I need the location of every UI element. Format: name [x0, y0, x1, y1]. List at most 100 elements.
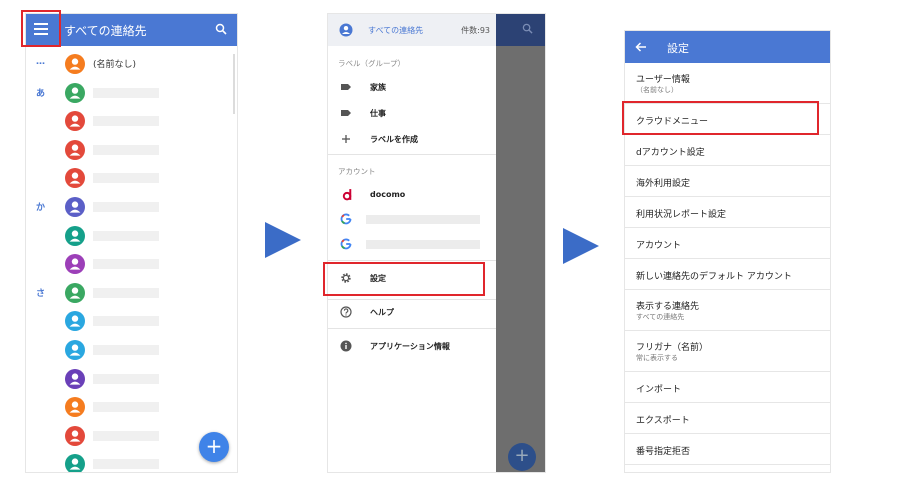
dimmed-add-button: +: [508, 443, 536, 471]
settings-item[interactable]: 新しい連絡先のデフォルト アカウント: [625, 259, 830, 290]
arrow-right-icon: [265, 222, 301, 258]
contact-avatar-icon: [65, 454, 85, 472]
contacts-screen: すべての連絡先 … (名前なし) あかさ +: [26, 14, 237, 472]
divider: [328, 154, 496, 155]
drawer-item-docomo[interactable]: docomo: [328, 183, 496, 207]
drawer-item-label: 家族: [370, 83, 386, 92]
section-index-letter: か: [36, 203, 46, 213]
settings-item[interactable]: ユーザー情報 （名前なし）: [625, 63, 830, 104]
settings-item[interactable]: 海外利用設定: [625, 166, 830, 197]
search-icon[interactable]: [215, 23, 227, 35]
accounts-section-header: アカウント: [338, 167, 376, 176]
contact-row[interactable]: [26, 249, 237, 277]
settings-item[interactable]: 番号指定拒否: [625, 434, 830, 465]
drawer-item-label: ヘルプ: [370, 308, 394, 317]
contact-row[interactable]: [26, 392, 237, 420]
drawer-item-help[interactable]: ヘルプ: [328, 300, 496, 324]
label-icon: [341, 110, 351, 116]
contact-row[interactable]: [26, 106, 237, 134]
contact-avatar-icon: [65, 139, 85, 160]
settings-item[interactable]: dアカウント設定: [625, 135, 830, 166]
section-index-letter: あ: [36, 88, 46, 99]
google-logo-icon: [340, 238, 352, 250]
settings-item-summary: 常に表示する: [636, 354, 678, 362]
settings-item[interactable]: エクスポート: [625, 403, 830, 434]
contact-row[interactable]: さ: [26, 278, 237, 306]
settings-item-label: ユーザー情報: [636, 75, 690, 85]
scrollbar[interactable]: [233, 54, 235, 114]
settings-item-label: アカウント: [636, 241, 682, 251]
drawer-screen: + すべての連絡先 件数:93 ラベル（グループ） 家族 仕事 ラベルを作成 ア…: [328, 14, 545, 472]
contact-row[interactable]: [26, 306, 237, 334]
drawer-item-google-account[interactable]: [328, 232, 496, 256]
contact-name-placeholder: [93, 287, 159, 298]
contact-avatar-icon: [65, 197, 85, 217]
settings-item-summary: （名前なし）: [636, 86, 678, 94]
contact-name-placeholder: [93, 430, 159, 441]
settings-item[interactable]: フリガナ（名前） 常に表示する: [625, 331, 830, 372]
account-name-placeholder: [366, 240, 480, 249]
settings-item[interactable]: アカウント: [625, 228, 830, 259]
drawer-item-google-account[interactable]: [328, 207, 496, 231]
contact-avatar-icon: [65, 225, 85, 246]
highlight-menu-button: [21, 10, 61, 47]
back-arrow-icon[interactable]: [635, 41, 647, 53]
drawer-item-family[interactable]: 家族: [328, 75, 496, 99]
contact-avatar-icon: [65, 368, 85, 389]
arrow-right-icon: [563, 228, 599, 264]
drawer-item-label: docomo: [370, 190, 406, 199]
contact-row[interactable]: [26, 221, 237, 249]
contact-row[interactable]: [26, 335, 237, 363]
contact-name-placeholder: [93, 459, 159, 470]
settings-item-label: インポート: [636, 385, 682, 395]
contact-name-placeholder: [93, 402, 159, 413]
settings-item-label: 番号指定拒否: [636, 447, 691, 457]
settings-item-label: 海外利用設定: [636, 179, 691, 189]
info-icon: [340, 340, 352, 352]
navigation-drawer: すべての連絡先 件数:93 ラベル（グループ） 家族 仕事 ラベルを作成 アカウ…: [328, 14, 496, 472]
highlight-cloud-menu: [622, 101, 819, 135]
settings-item-label: フリガナ（名前）: [636, 343, 709, 353]
settings-item-label: 利用状況レポート設定: [636, 210, 727, 220]
help-icon: [340, 306, 352, 318]
settings-item-summary: すべての連絡先: [636, 313, 685, 321]
docomo-logo-icon: [342, 189, 352, 201]
search-icon: [522, 23, 533, 34]
contact-row[interactable]: [26, 135, 237, 163]
settings-item-label: 新しい連絡先のデフォルト アカウント: [636, 272, 792, 282]
drawer-header[interactable]: すべての連絡先 件数:93: [328, 14, 496, 46]
settings-item[interactable]: インポート: [625, 372, 830, 403]
settings-item-label: dアカウント設定: [636, 148, 705, 158]
contact-avatar-icon: [65, 168, 85, 189]
drawer-item-label: アプリケーション情報: [370, 342, 450, 351]
contact-avatar-icon: [65, 111, 85, 132]
contact-row[interactable]: [26, 364, 237, 392]
contact-avatar-icon: [65, 282, 85, 303]
contact-name-placeholder: [93, 345, 159, 355]
contact-avatar-icon: [65, 425, 85, 446]
contact-name-placeholder: [93, 116, 159, 127]
divider: [328, 260, 496, 261]
add-contact-button[interactable]: +: [199, 432, 229, 462]
drawer-item-work[interactable]: 仕事: [328, 101, 496, 125]
settings-item[interactable]: 利用状況レポート設定: [625, 197, 830, 228]
contact-name-placeholder: [93, 87, 159, 98]
contact-row[interactable]: あ: [26, 78, 237, 106]
plus-icon: [342, 135, 350, 143]
contact-row[interactable]: か: [26, 192, 237, 220]
section-index-letter: …: [36, 57, 45, 67]
contact-name-placeholder: [93, 230, 159, 241]
label-icon: [341, 84, 351, 90]
contact-row[interactable]: [26, 163, 237, 191]
settings-title: 設定: [667, 42, 689, 55]
drawer-item-label: 仕事: [370, 109, 386, 118]
contact-name-placeholder: [93, 373, 159, 384]
contact-row[interactable]: … (名前なし): [26, 49, 237, 77]
contact-name: (名前なし): [93, 60, 137, 70]
contact-name-placeholder: [93, 144, 159, 155]
divider: [328, 328, 496, 329]
drawer-item-create-label[interactable]: ラベルを作成: [328, 127, 496, 151]
contact-name-placeholder: [93, 173, 159, 184]
drawer-item-app-info[interactable]: アプリケーション情報: [328, 334, 496, 358]
settings-item[interactable]: 表示する連絡先 すべての連絡先: [625, 290, 830, 331]
